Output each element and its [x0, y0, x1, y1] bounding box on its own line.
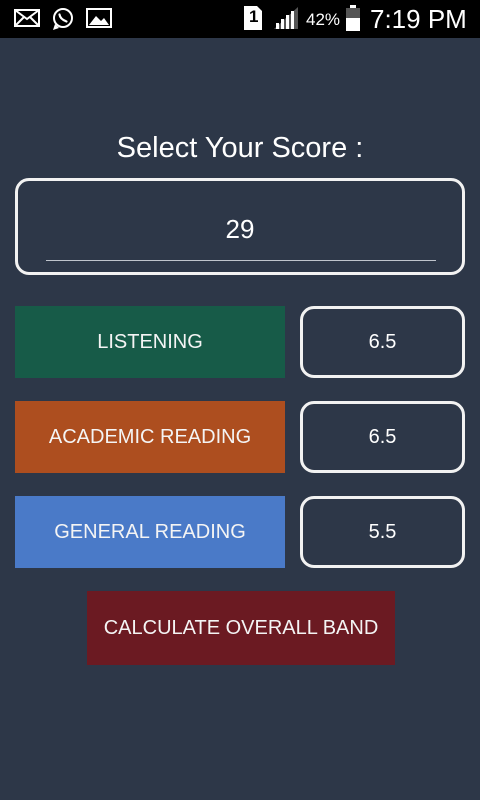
status-bar: 1 42% 7:19 PM: [0, 0, 480, 38]
academic-reading-band-value: 6.5: [300, 401, 465, 473]
signal-icon: [273, 6, 299, 35]
general-reading-button[interactable]: GENERAL READING: [15, 496, 285, 568]
page-title: Select Your Score :: [116, 132, 364, 164]
whatsapp-icon: [51, 7, 75, 36]
mail-icon: [14, 7, 40, 34]
academic-reading-button[interactable]: ACADEMIC READING: [15, 401, 285, 473]
score-selector[interactable]: 29: [15, 178, 465, 275]
score-underline: [46, 260, 436, 261]
listening-button[interactable]: LISTENING: [15, 306, 285, 378]
clock: 7:19 PM: [370, 4, 467, 34]
listening-band-value: 6.5: [300, 306, 465, 378]
score-value: 29: [225, 214, 255, 244]
sim-label: 1: [249, 7, 259, 26]
gallery-icon: [86, 7, 112, 34]
battery-percent: 42%: [306, 10, 341, 29]
general-reading-band-value: 5.5: [300, 496, 465, 568]
battery-icon: [345, 5, 361, 37]
calculate-overall-band-button[interactable]: CALCULATE OVERALL BAND: [87, 591, 395, 665]
